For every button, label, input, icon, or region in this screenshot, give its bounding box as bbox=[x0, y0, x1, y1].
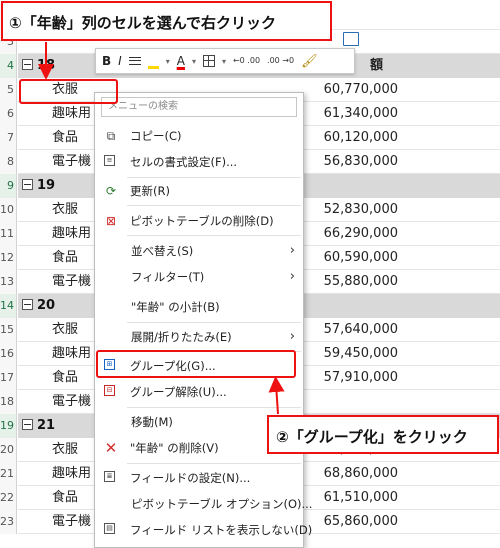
annotation-arrows bbox=[38, 42, 285, 415]
arrow-step2 bbox=[268, 376, 285, 415]
